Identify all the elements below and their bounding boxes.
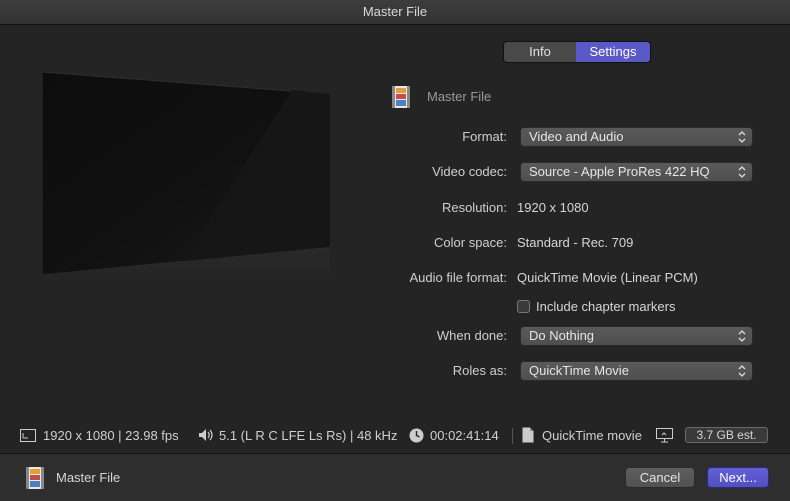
format-popup[interactable]: Video and Audio xyxy=(520,127,753,147)
video-summary: 1920 x 1080 | 23.98 fps xyxy=(43,428,179,443)
roles-as-popup[interactable]: QuickTime Movie xyxy=(520,361,753,381)
duration: 00:02:41:14 xyxy=(430,428,499,443)
tab-segmented-control: Info Settings xyxy=(503,41,651,63)
filmstrip-icon xyxy=(26,467,44,489)
next-button[interactable]: Next... xyxy=(707,467,769,488)
updown-arrows-icon xyxy=(738,330,746,342)
audio-file-format-label: Audio file format: xyxy=(409,270,507,285)
audio-file-format-value: QuickTime Movie (Linear PCM) xyxy=(517,270,698,285)
format-label: Format: xyxy=(462,129,507,144)
color-space-value: Standard - Rec. 709 xyxy=(517,235,634,250)
filmstrip-icon xyxy=(392,86,410,108)
display-icon xyxy=(656,428,673,443)
chapter-markers-row[interactable]: Include chapter markers xyxy=(517,298,675,314)
updown-arrows-icon xyxy=(738,131,746,143)
color-space-label: Color space: xyxy=(434,235,507,250)
updown-arrows-icon xyxy=(738,166,746,178)
audio-summary: 5.1 (L R C LFE Ls Rs) | 48 kHz xyxy=(219,428,398,443)
tab-info[interactable]: Info xyxy=(504,42,576,62)
chapter-markers-checkbox[interactable] xyxy=(517,299,530,313)
cancel-button[interactable]: Cancel xyxy=(625,467,695,488)
when-done-value: Do Nothing xyxy=(529,328,595,343)
video-codec-label: Video codec: xyxy=(432,164,507,179)
share-dialog: Master File Info Settings Master File Fo… xyxy=(0,0,790,501)
roles-as-value: QuickTime Movie xyxy=(529,363,629,378)
format-value: Video and Audio xyxy=(529,129,624,144)
divider xyxy=(512,428,513,444)
summary-bar: 1920 x 1080 | 23.98 fps 5.1 (L R C LFE L… xyxy=(0,418,790,452)
window-title: Master File xyxy=(0,0,790,25)
roles-as-label: Roles as: xyxy=(452,363,507,378)
speaker-icon xyxy=(199,429,213,441)
footer-destination-name: Master File xyxy=(56,470,121,485)
resolution-value: 1920 x 1080 xyxy=(517,200,589,215)
dialog-footer: Master File Cancel Next... xyxy=(0,453,790,501)
destination-name: Master File xyxy=(427,89,492,104)
preview-thumbnail xyxy=(42,72,330,282)
video-codec-value: Source - Apple ProRes 422 HQ xyxy=(529,164,710,179)
when-done-popup[interactable]: Do Nothing xyxy=(520,326,753,346)
tab-settings[interactable]: Settings xyxy=(576,42,650,62)
clock-icon xyxy=(409,428,424,443)
frame-size-icon xyxy=(20,429,36,442)
document-icon xyxy=(522,427,534,443)
updown-arrows-icon xyxy=(738,365,746,377)
file-type: QuickTime movie xyxy=(542,428,642,443)
resolution-label: Resolution: xyxy=(441,200,507,215)
when-done-label: When done: xyxy=(436,328,507,343)
chapter-markers-label: Include chapter markers xyxy=(536,298,676,314)
size-estimate-badge: 3.7 GB est. xyxy=(685,427,768,443)
video-codec-popup[interactable]: Source - Apple ProRes 422 HQ xyxy=(520,162,753,182)
